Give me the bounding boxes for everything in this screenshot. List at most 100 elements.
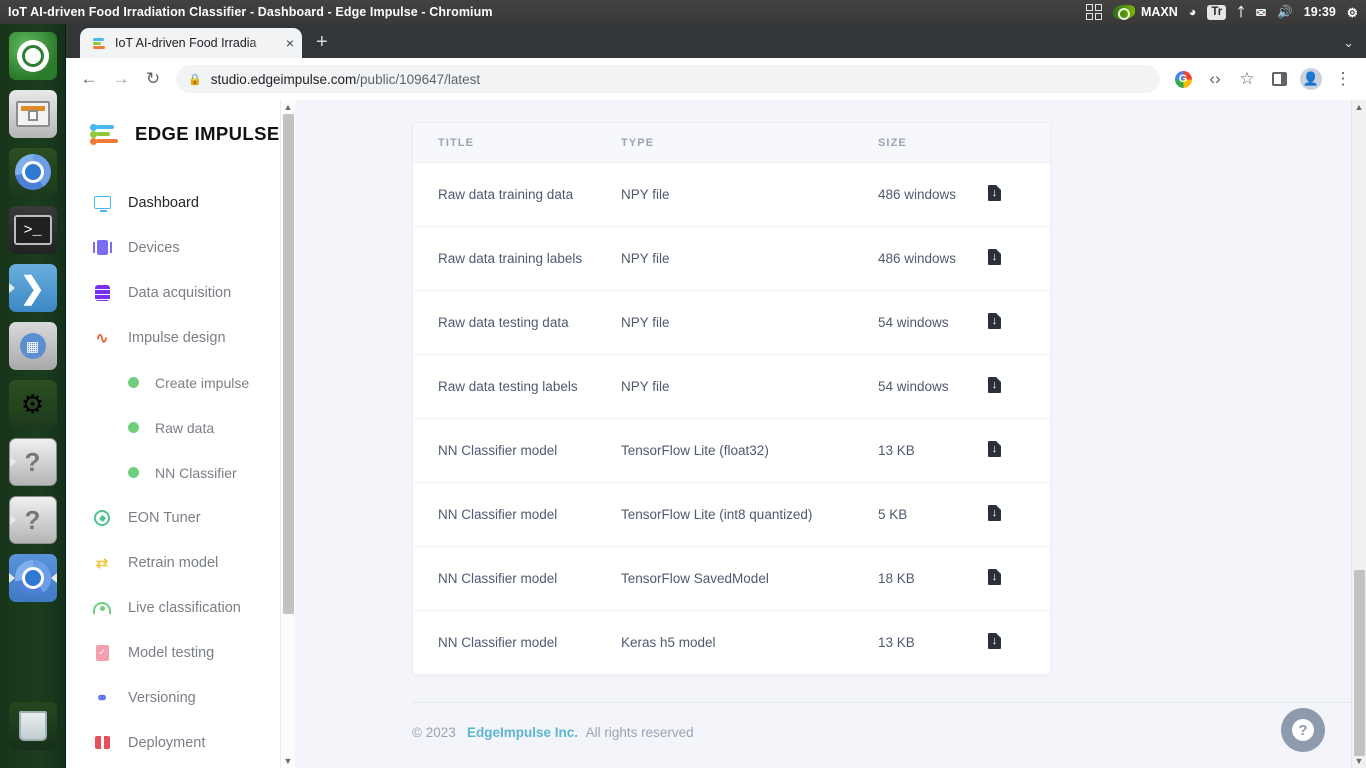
sidebar-scrollbar[interactable]: ▲ ▼: [280, 100, 295, 768]
download-icon[interactable]: [988, 377, 1001, 393]
sidebar-item-label: Model testing: [128, 645, 214, 661]
scroll-up-icon[interactable]: ▲: [281, 100, 295, 114]
new-tab-button[interactable]: +: [316, 31, 328, 54]
scroll-up-icon[interactable]: ▲: [1352, 100, 1366, 114]
wifi-icon[interactable]: ◕: [1189, 5, 1197, 19]
table-row: NN Classifier modelTensorFlow Lite (floa…: [413, 419, 1050, 483]
google-lens-icon[interactable]: [1168, 64, 1198, 94]
sidebar-item-nn-classifier[interactable]: NN Classifier: [66, 450, 295, 495]
browser-tab[interactable]: IoT AI-driven Food Irradia ×: [80, 28, 302, 58]
bookmark-star-icon[interactable]: ☆: [1232, 64, 1262, 94]
question-mark-icon: ?: [25, 505, 41, 536]
share-icon[interactable]: ‹›: [1200, 64, 1230, 94]
nvidia-power-mode-indicator[interactable]: MAXN: [1113, 5, 1178, 19]
sidebar-item-dashboard[interactable]: Dashboard: [66, 180, 295, 225]
chromium-logo-icon: [15, 154, 51, 190]
page-scrollbar-thumb[interactable]: [1354, 570, 1365, 756]
download-icon[interactable]: [988, 569, 1001, 585]
sidebar-item-eon-tuner[interactable]: EON Tuner: [66, 495, 295, 540]
cell-size: 54 windows: [878, 355, 988, 419]
launcher-file-manager-icon[interactable]: [9, 90, 57, 138]
edge-impulse-favicon: [92, 36, 107, 51]
cell-download[interactable]: [988, 227, 1050, 291]
launcher-system-tools-icon[interactable]: ⚙: [9, 380, 57, 428]
table-header-row: TITLE TYPE SIZE: [413, 123, 1050, 163]
gear-icon[interactable]: ⚙: [1347, 5, 1358, 20]
profile-avatar[interactable]: 👤: [1296, 64, 1326, 94]
download-icon[interactable]: [988, 313, 1001, 329]
sidebar-item-retrain-model[interactable]: ⇄ Retrain model: [66, 540, 295, 585]
browser-menu-icon[interactable]: ⋮: [1328, 64, 1358, 94]
page-scrollbar[interactable]: ▲ ▼: [1351, 100, 1366, 768]
cell-size: 54 windows: [878, 291, 988, 355]
sidebar-item-data-acquisition[interactable]: Data acquisition: [66, 270, 295, 315]
app-logo[interactable]: EDGE IMPULSE: [66, 122, 295, 146]
clipboard-check-icon: ✓: [92, 643, 112, 663]
bluetooth-icon[interactable]: ᛏ: [1237, 5, 1245, 19]
launcher-chromium-icon[interactable]: [9, 148, 57, 196]
cell-title: NN Classifier model: [413, 419, 621, 483]
launcher-software-center-icon[interactable]: ▦: [9, 322, 57, 370]
sidebar-item-deployment[interactable]: Deployment: [66, 720, 295, 765]
launcher-terminal-icon[interactable]: >_: [9, 206, 57, 254]
question-mark-icon: ?: [1292, 719, 1314, 741]
sidebar-item-impulse-design[interactable]: ∿ Impulse design: [66, 315, 295, 360]
cell-size: 18 KB: [878, 547, 988, 611]
question-mark-icon: ?: [25, 447, 41, 478]
launcher-unknown-app-2-icon[interactable]: ?: [9, 496, 57, 544]
cell-download[interactable]: [988, 163, 1050, 227]
cell-title: NN Classifier model: [413, 483, 621, 547]
help-button[interactable]: ?: [1281, 708, 1325, 752]
launcher-trash-icon[interactable]: [9, 702, 57, 750]
download-icon[interactable]: [988, 249, 1001, 265]
address-bar[interactable]: 🔒 studio.edgeimpulse.com/public/109647/l…: [176, 65, 1160, 93]
sidebar-item-devices[interactable]: Devices: [66, 225, 295, 270]
launcher-vscode-icon[interactable]: ❯: [9, 264, 57, 312]
page-footer: © 2023 EdgeImpulse Inc. All rights reser…: [412, 702, 1366, 740]
cell-type: Keras h5 model: [621, 611, 878, 675]
keyboard-layout-indicator[interactable]: Tr: [1207, 5, 1226, 20]
downloads-table: TITLE TYPE SIZE Raw data training dataNP…: [413, 123, 1050, 674]
side-panel-icon[interactable]: [1264, 64, 1294, 94]
url-path: /public/109647/latest: [356, 72, 480, 87]
shuffle-icon: ⇄: [92, 553, 112, 573]
close-icon[interactable]: ×: [286, 35, 294, 51]
scroll-down-icon[interactable]: ▼: [281, 754, 295, 768]
volume-icon[interactable]: 🔊: [1277, 5, 1293, 20]
sidebar-item-model-testing[interactable]: ✓ Model testing: [66, 630, 295, 675]
forward-button[interactable]: →: [106, 64, 136, 94]
cell-download[interactable]: [988, 355, 1050, 419]
mail-icon[interactable]: ✉: [1256, 5, 1266, 20]
app-logo-text: EDGE IMPULSE: [135, 123, 280, 145]
sidebar-item-raw-data[interactable]: Raw data: [66, 405, 295, 450]
launcher-ubuntu-dash-icon[interactable]: [9, 32, 57, 80]
company-link[interactable]: EdgeImpulse Inc.: [467, 725, 578, 740]
download-icon[interactable]: [988, 441, 1001, 457]
sidebar-item-create-impulse[interactable]: Create impulse: [66, 360, 295, 405]
back-button[interactable]: ←: [74, 64, 104, 94]
sidebar-item-versioning[interactable]: ⚭ Versioning: [66, 675, 295, 720]
launcher-chromium-running-icon[interactable]: [9, 554, 57, 602]
download-icon[interactable]: [988, 633, 1001, 649]
sidebar-item-label: Retrain model: [128, 555, 218, 571]
chevron-down-icon[interactable]: ⌄: [1343, 35, 1366, 58]
scroll-down-icon[interactable]: ▼: [1352, 754, 1366, 768]
download-icon[interactable]: [988, 505, 1001, 521]
sidebar-item-live-classification[interactable]: Live classification: [66, 585, 295, 630]
cell-type: TensorFlow Lite (int8 quantized): [621, 483, 878, 547]
grid-icon[interactable]: [1086, 4, 1102, 20]
sidebar-scroll-area: EDGE IMPULSE Dashboard Devices Data acqu…: [66, 100, 295, 768]
cell-download[interactable]: [988, 611, 1050, 675]
cell-download[interactable]: [988, 419, 1050, 483]
unity-launcher: >_ ❯ ▦ ⚙ ? ?: [0, 24, 66, 768]
sidebar-scrollbar-thumb[interactable]: [283, 114, 294, 614]
clock[interactable]: 19:39: [1304, 5, 1336, 19]
file-cabinet-icon: [16, 101, 50, 127]
cell-download[interactable]: [988, 547, 1050, 611]
sidebar-item-label: Raw data: [155, 420, 214, 436]
download-icon[interactable]: [988, 185, 1001, 201]
cell-download[interactable]: [988, 291, 1050, 355]
reload-button[interactable]: ↻: [138, 64, 168, 94]
cell-download[interactable]: [988, 483, 1050, 547]
launcher-unknown-app-1-icon[interactable]: ?: [9, 438, 57, 486]
